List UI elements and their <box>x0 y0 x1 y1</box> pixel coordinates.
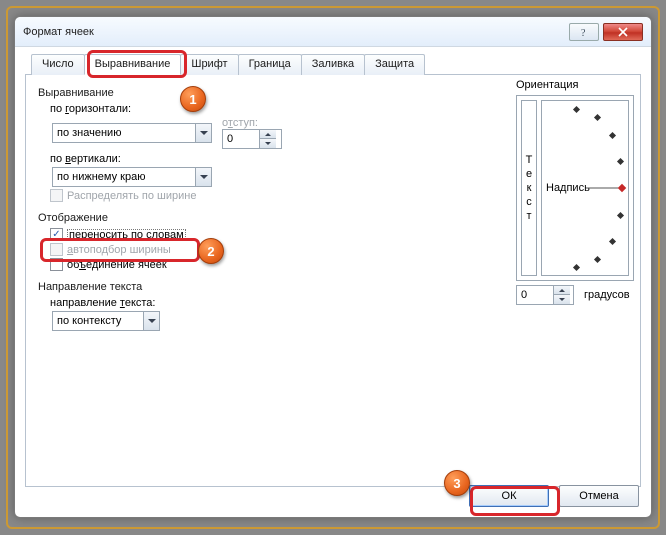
format-cells-dialog: Формат ячеек ? Число Выравнивание Шрифт … <box>14 16 652 518</box>
horizontal-value: по значению <box>57 127 121 139</box>
spinner-up-icon[interactable] <box>554 286 570 295</box>
spinner-down-icon[interactable] <box>260 139 276 148</box>
horizontal-label: по горизонтали: <box>50 103 468 115</box>
window-title: Формат ячеек <box>23 26 94 38</box>
callout-3: 3 <box>444 470 470 496</box>
orientation-radial[interactable]: Надпись <box>541 100 629 276</box>
ok-button[interactable]: ОК <box>469 485 549 507</box>
help-button[interactable]: ? <box>569 23 599 41</box>
vertical-select[interactable]: по нижнему краю <box>52 167 212 187</box>
chevron-down-icon <box>195 168 211 186</box>
degrees-label: градусов <box>584 289 630 301</box>
close-button[interactable] <box>603 23 643 41</box>
spinner-down-icon[interactable] <box>554 295 570 304</box>
orientation-radial-label: Надпись <box>546 182 590 194</box>
distribute-checkbox-row: Распределять по ширине <box>50 189 468 202</box>
wrap-text-label: переносить по словам <box>67 229 186 241</box>
callout-2: 2 <box>198 238 224 264</box>
indent-spinner[interactable] <box>222 129 282 149</box>
text-direction-value: по контексту <box>57 315 121 327</box>
spinner-up-icon[interactable] <box>260 130 276 139</box>
tab-body: Выравнивание по горизонтали: по значению… <box>25 75 641 487</box>
display-group-label: Отображение <box>38 212 468 224</box>
degrees-value[interactable] <box>517 288 553 302</box>
orientation-box: Т е к с т Надпись <box>516 95 634 281</box>
orientation-handle-icon[interactable] <box>618 184 626 192</box>
horizontal-select[interactable]: по значению <box>52 123 212 143</box>
chevron-down-icon <box>195 124 211 142</box>
alignment-group-label: Выравнивание <box>38 87 468 99</box>
merge-row[interactable]: объединение ячеек <box>50 258 468 271</box>
svg-text:?: ? <box>581 28 586 37</box>
vertical-value: по нижнему краю <box>57 171 145 183</box>
text-direction-field-label: направление текста: <box>50 297 468 309</box>
orientation-group-label: Ориентация <box>516 79 634 91</box>
tab-border[interactable]: Граница <box>238 54 302 75</box>
shrink-checkbox <box>50 243 63 256</box>
merge-label: объединение ячеек <box>67 259 167 271</box>
wrap-text-checkbox[interactable] <box>50 228 63 241</box>
distribute-label: Распределять по ширине <box>67 190 196 202</box>
orientation-line-icon <box>586 188 620 189</box>
shrink-label: автоподбор ширины <box>67 244 171 256</box>
vertical-label: по вертикали: <box>50 153 468 165</box>
wrap-text-row[interactable]: переносить по словам <box>50 228 468 241</box>
shrink-row: автоподбор ширины <box>50 243 468 256</box>
orientation-vertical-text[interactable]: Т е к с т <box>521 100 537 276</box>
tab-alignment[interactable]: Выравнивание <box>84 54 182 75</box>
merge-checkbox[interactable] <box>50 258 63 271</box>
titlebar: Формат ячеек ? <box>15 17 651 47</box>
text-direction-select[interactable]: по контексту <box>52 311 160 331</box>
text-direction-group-label: Направление текста <box>38 281 468 293</box>
distribute-checkbox <box>50 189 63 202</box>
tab-number[interactable]: Число <box>31 54 85 75</box>
chevron-down-icon <box>143 312 159 330</box>
tab-protection[interactable]: Защита <box>364 54 425 75</box>
callout-1: 1 <box>180 86 206 112</box>
tab-strip: Число Выравнивание Шрифт Граница Заливка… <box>25 53 641 75</box>
tab-fill[interactable]: Заливка <box>301 54 365 75</box>
degrees-spinner[interactable] <box>516 285 574 305</box>
tab-font[interactable]: Шрифт <box>180 54 238 75</box>
indent-value[interactable] <box>223 132 259 146</box>
cancel-button[interactable]: Отмена <box>559 485 639 507</box>
indent-label: отступ: <box>222 117 258 129</box>
